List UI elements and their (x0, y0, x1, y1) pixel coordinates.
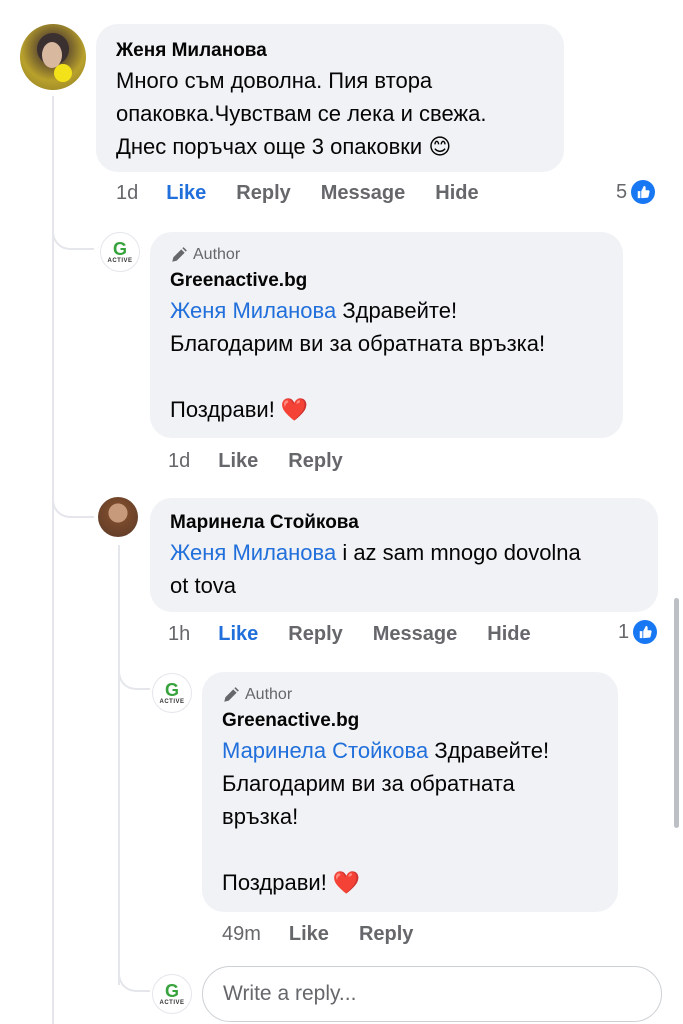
reply-timestamp[interactable]: 49m (222, 923, 261, 946)
avatar-flower (54, 64, 72, 82)
comment-author-name[interactable]: Маринела Стойкова (170, 510, 640, 536)
thread-connector-reply-input (118, 960, 150, 992)
comment-text: Женя Миланова i az sam mnogo dovolna ot … (170, 536, 640, 602)
reply-button[interactable]: Reply (288, 450, 342, 473)
comment-actions: 1h Like Reply Message Hide (168, 623, 561, 646)
author-badge-label: Author (245, 686, 293, 703)
reply-timestamp[interactable]: 1d (168, 450, 190, 473)
reply-bubble: Author Greenactive.bg Женя Миланова Здра… (150, 232, 623, 438)
thread-connector-reply1 (52, 205, 94, 250)
reply-input[interactable]: Write a reply... (202, 966, 662, 1022)
like-button[interactable]: Like (218, 450, 258, 473)
reply-actions: 1d Like Reply (168, 450, 373, 473)
comment-bubble: Маринела Стойкова Женя Миланова i az sam… (150, 498, 658, 612)
hide-button[interactable]: Hide (435, 182, 478, 205)
pen-icon (172, 247, 187, 262)
reply-bubble: Author Greenactive.bg Маринела Стойкова … (202, 672, 618, 912)
brand-logo-letter: G (164, 679, 179, 700)
reply-button[interactable]: Reply (236, 182, 290, 205)
comment-timestamp[interactable]: 1h (168, 623, 190, 646)
brand-avatar[interactable]: G ACTIVE (152, 673, 192, 713)
brand-logo-letter: G (164, 980, 179, 1001)
reply-text: Маринела Стойкова Здравейте! Благодарим … (222, 734, 600, 899)
comment-bubble: Женя Миланова Много съм доволна. Пия вто… (96, 24, 564, 172)
message-button[interactable]: Message (321, 182, 406, 205)
author-badge-label: Author (193, 246, 241, 263)
reaction-count[interactable]: 5 (616, 180, 656, 204)
message-button[interactable]: Message (373, 623, 458, 646)
brand-logo-letter: G (112, 238, 127, 259)
reply-button[interactable]: Reply (288, 623, 342, 646)
reply-button[interactable]: Reply (359, 923, 413, 946)
like-button[interactable]: Like (289, 923, 329, 946)
mention-link[interactable]: Маринела Стойкова (222, 738, 428, 763)
thumbs-up-icon (631, 180, 656, 204)
reaction-number: 5 (616, 180, 628, 203)
hide-button[interactable]: Hide (487, 623, 530, 646)
scrollbar[interactable] (674, 598, 679, 828)
comment-author-name[interactable]: Женя Миланова (116, 38, 546, 64)
thumbs-up-icon (633, 620, 658, 644)
comment-actions: 1d Like Reply Message Hide (116, 182, 509, 205)
author-badge: Author (222, 684, 600, 706)
brand-logo-word: ACTIVE (159, 698, 185, 705)
avatar[interactable] (98, 497, 138, 537)
reply-text: Женя Миланова Здравейте! Благодарим ви з… (170, 294, 605, 426)
reaction-number: 1 (618, 620, 630, 643)
author-badge: Author (170, 244, 605, 266)
comment-timestamp[interactable]: 1d (116, 182, 138, 205)
like-button[interactable]: Like (218, 623, 258, 646)
brand-logo-word: ACTIVE (107, 257, 133, 264)
reply-input-placeholder: Write a reply... (223, 982, 357, 1005)
brand-avatar[interactable]: G ACTIVE (100, 232, 140, 272)
reply-author-name[interactable]: Greenactive.bg (222, 708, 600, 734)
mention-link[interactable]: Женя Миланова (170, 540, 336, 565)
brand-avatar: G ACTIVE (152, 974, 192, 1014)
thread-connector-comment2 (52, 480, 94, 518)
reply-actions: 49m Like Reply (222, 923, 443, 946)
mention-link[interactable]: Женя Миланова (170, 298, 336, 323)
avatar[interactable] (20, 24, 86, 90)
pen-icon (224, 687, 239, 702)
thread-connector-reply2 (118, 650, 150, 690)
comment-text: Много съм доволна. Пия втора опаковка.Чу… (116, 68, 487, 159)
brand-logo-word: ACTIVE (159, 999, 185, 1006)
reply-author-name[interactable]: Greenactive.bg (170, 268, 605, 294)
like-button[interactable]: Like (166, 182, 206, 205)
thread-line-comment2 (118, 545, 120, 985)
reaction-count[interactable]: 1 (618, 620, 658, 644)
